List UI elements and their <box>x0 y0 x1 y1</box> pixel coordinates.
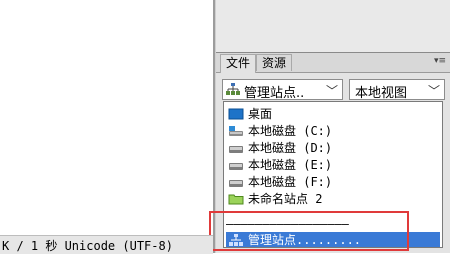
upper-panel-area <box>216 0 450 52</box>
dropdown-item-drive-c[interactable]: 本地磁盘 (C:) <box>226 123 440 139</box>
drive-icon <box>229 180 243 187</box>
folder-icon <box>228 194 244 205</box>
view-select-value: 本地视图 <box>355 86 408 101</box>
panel-options-menu-icon[interactable]: ▾≡ <box>434 56 446 66</box>
view-select[interactable]: 本地视图 ﹀ <box>349 79 445 101</box>
system-drive-icon <box>229 126 243 136</box>
site-select[interactable]: 管理站点.. ﹀ <box>222 79 343 101</box>
status-bar: K / 1 秒 Unicode (UTF-8) <box>0 235 213 254</box>
tab-files[interactable]: 文件 <box>220 54 257 73</box>
panel-tabbar: 文件 资源 ▾≡ <box>216 53 450 73</box>
dropdown-item-drive-e[interactable]: 本地磁盘 (E:) <box>226 157 440 173</box>
chevron-down-icon: ﹀ <box>427 84 440 98</box>
dropdown-item-label: 本地磁盘 (C:) <box>248 124 333 138</box>
status-text: K / 1 秒 Unicode (UTF-8) <box>2 239 173 253</box>
chevron-down-icon: ﹀ <box>325 84 338 98</box>
dropdown-item-label: 本地磁盘 (F:) <box>248 175 333 189</box>
dropdown-item-drive-f[interactable]: 本地磁盘 (F:) <box>226 174 440 190</box>
desktop-icon <box>228 108 244 120</box>
annotation-highlight-box <box>209 211 409 251</box>
dropdown-item-drive-d[interactable]: 本地磁盘 (D:) <box>226 140 440 156</box>
tab-assets[interactable]: 资源 <box>256 54 293 71</box>
site-select-value: 管理站点.. <box>244 86 305 101</box>
dropdown-item-desktop[interactable]: 桌面 <box>226 106 440 122</box>
drive-icon <box>229 146 243 153</box>
dropdown-item-unnamed-site[interactable]: 未命名站点 2 <box>226 191 440 207</box>
dropdown-item-label: 本地磁盘 (E:) <box>248 158 333 172</box>
dropdown-item-label: 未命名站点 2 <box>248 192 323 206</box>
drive-icon <box>229 163 243 170</box>
dropdown-item-label: 本地磁盘 (D:) <box>248 141 333 155</box>
site-network-icon <box>226 83 240 95</box>
dropdown-item-label: 桌面 <box>248 107 273 121</box>
